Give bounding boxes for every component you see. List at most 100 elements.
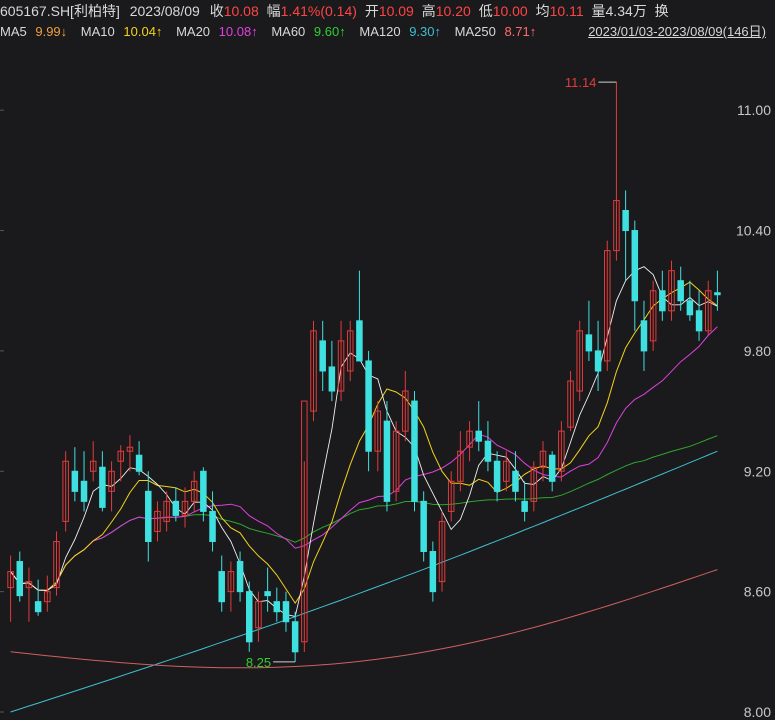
candle-body	[16, 561, 24, 597]
turnover-label: 换	[654, 3, 669, 19]
candle-body	[236, 561, 244, 593]
ma60-line	[10, 435, 718, 591]
avg-value: 10.11	[549, 3, 584, 19]
candle-body	[695, 310, 703, 332]
candle-body	[677, 280, 684, 302]
candle-body	[512, 470, 519, 492]
candle-body	[365, 360, 372, 452]
y-tick-label: 9.20	[744, 463, 771, 479]
candle-body	[475, 430, 482, 442]
candle-body	[356, 320, 363, 362]
close-price: 收10.08	[210, 3, 259, 19]
ma60-label: MA60	[271, 24, 306, 39]
change-value: 1.41%(0.14)	[280, 3, 357, 19]
candle-body	[686, 300, 694, 316]
moving-average-legend: MA5 9.99↓ MA10 10.04↑ MA20 10.08↑ MA60 9…	[0, 22, 775, 42]
candle-body	[585, 334, 593, 352]
candle-body	[200, 470, 207, 512]
candle-body	[429, 551, 437, 593]
close-value: 10.08	[223, 3, 259, 19]
ma60-legend[interactable]: MA60 9.60↑	[271, 24, 350, 39]
ma5-value: 9.99↓	[35, 24, 68, 39]
candle-body	[521, 500, 528, 512]
y-tick-label: 8.00	[744, 704, 771, 720]
low-value: 10.00	[492, 3, 528, 19]
candle-body	[420, 500, 427, 553]
ma250-line	[10, 569, 718, 669]
candle-body	[282, 601, 290, 623]
high-price: 高10.20	[422, 3, 471, 19]
vol-label: 量	[591, 3, 606, 19]
candle-body	[135, 454, 143, 472]
candle-body	[631, 230, 639, 302]
candle-body	[172, 500, 180, 516]
candle-body	[411, 400, 418, 502]
date-range[interactable]: 2023/01/03-2023/08/09(146日)	[588, 22, 766, 42]
candle-body	[273, 601, 281, 613]
ma250-legend[interactable]: MA250 8.71↑	[455, 24, 542, 39]
candle-body	[484, 440, 492, 462]
candle-body	[145, 490, 152, 542]
candle-body	[319, 340, 326, 372]
close-label: 收	[209, 3, 224, 19]
y-tick-label: 11.00	[737, 102, 771, 118]
ma5-legend[interactable]: MA5 9.99↓	[0, 24, 72, 39]
candle-body	[71, 470, 79, 492]
candle-body	[99, 466, 106, 508]
avg-label: 均	[535, 3, 550, 19]
candle-body	[548, 454, 556, 482]
ma5-label: MA5	[0, 24, 27, 39]
low-label: 低	[478, 3, 493, 19]
min-label: 8.25	[246, 655, 271, 670]
ma5-line	[10, 266, 718, 618]
change-label: 幅	[266, 3, 281, 19]
ma250-label: MA250	[454, 24, 496, 39]
candle-body	[383, 420, 391, 502]
candle-body	[264, 591, 271, 597]
candle-body	[34, 601, 42, 613]
candle-body	[80, 480, 88, 502]
stock-code[interactable]: 605167.SH[利柏特]	[0, 3, 120, 19]
candle-body	[291, 621, 299, 653]
open-price: 开10.09	[365, 3, 414, 19]
quote-date: 2023/08/09	[129, 3, 200, 19]
ma60-value: 9.60↑	[313, 24, 346, 39]
y-tick-label: 10.40	[736, 223, 771, 239]
ma20-legend[interactable]: MA20 10.08↑	[176, 24, 263, 39]
ma120-value: 9.30↑	[409, 24, 441, 39]
ma120-legend[interactable]: MA120 9.30↑	[359, 24, 446, 39]
candle-body	[209, 510, 216, 542]
candle-body	[493, 460, 501, 492]
volume: 量4.34万	[592, 3, 647, 19]
ma20-label: MA20	[176, 24, 211, 39]
y-tick-label: 8.60	[744, 584, 771, 600]
low-price: 低10.00	[479, 3, 528, 19]
open-label: 开	[364, 3, 379, 19]
ma10-value: 10.04↑	[123, 24, 163, 39]
open-value: 10.09	[378, 3, 414, 19]
candle-body	[640, 320, 648, 352]
candlestick-chart[interactable]: 11.00 10.40 9.80 9.20 8.60 8.00 11.14 8.25	[0, 42, 775, 720]
candle-body	[714, 292, 721, 296]
y-tick-label: 9.80	[744, 343, 771, 359]
candle-body	[218, 571, 225, 603]
candle-body	[246, 591, 253, 643]
ma120-line	[10, 450, 718, 713]
avg-price: 均10.11	[536, 3, 584, 19]
ma10-label: MA10	[80, 24, 115, 39]
ma120-label: MA120	[359, 24, 401, 39]
quote-header: 605167.SH[利柏特] 2023/08/09 收10.08 幅1.41%(…	[0, 0, 775, 22]
ma10-legend[interactable]: MA10 10.04↑	[81, 24, 168, 39]
change-percent: 幅1.41%(0.14)	[267, 3, 357, 19]
ma20-value: 10.08↑	[218, 24, 258, 39]
max-label: 11.14	[565, 75, 597, 90]
high-label: 高	[421, 3, 436, 19]
high-value: 10.20	[435, 3, 471, 19]
candle-body	[594, 350, 602, 372]
ma10-line	[10, 281, 718, 605]
candle-body	[622, 209, 629, 232]
candle-body	[328, 366, 336, 392]
vol-value: 4.34万	[605, 3, 647, 19]
ma250-value: 8.71↑	[504, 24, 537, 39]
candle-body	[659, 290, 666, 312]
